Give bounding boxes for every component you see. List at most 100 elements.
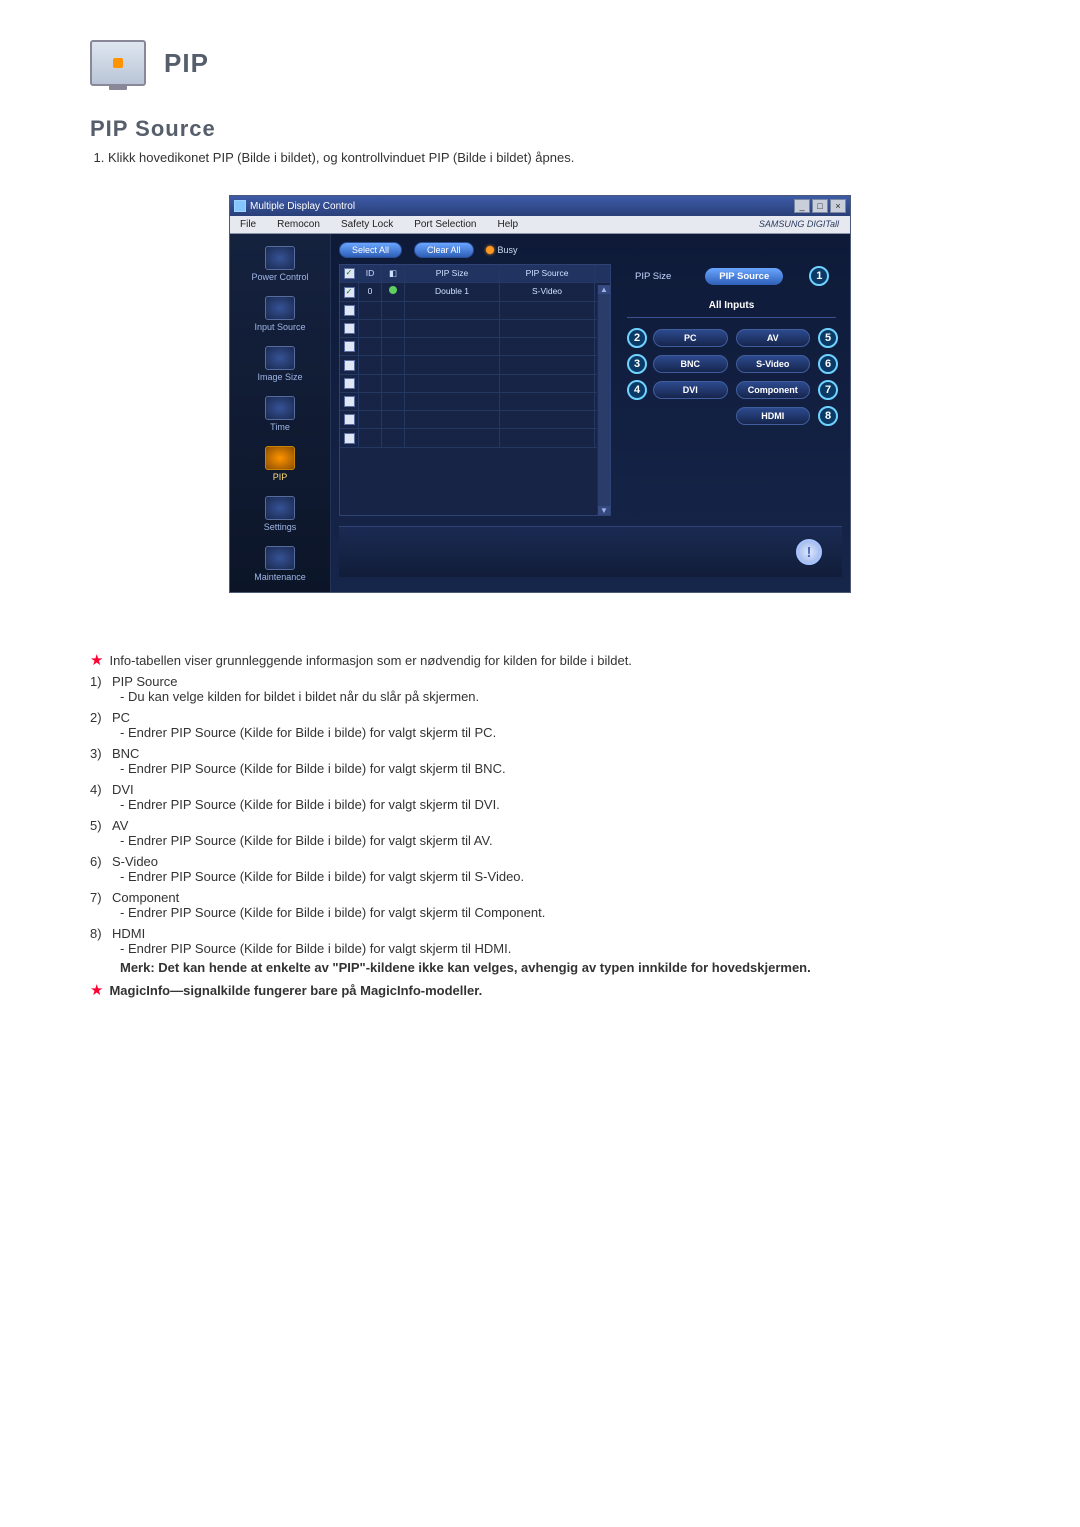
menu-help[interactable]: Help [487, 216, 529, 233]
alert-icon: ! [796, 539, 822, 565]
pip-monitor-icon [90, 40, 146, 86]
menu-file[interactable]: File [230, 216, 267, 233]
explanation-list: 1)PIP SourceDu kan velge kilden for bild… [90, 674, 990, 956]
grid-row[interactable] [340, 356, 610, 374]
clear-all-button[interactable]: Clear All [414, 242, 474, 258]
display-grid: ID ◧ PIP Size PIP Source 0 Double 1 S-Vi… [339, 264, 611, 516]
explanation-item: 6)S-VideoEndrer PIP Source (Kilde for Bi… [90, 854, 990, 884]
pip-source-panel: PIP Size PIP Source 1 All Inputs 2 PC AV… [621, 264, 842, 516]
sidebar-item-maintenance[interactable]: Maintenance [232, 540, 328, 586]
power-icon [265, 246, 295, 270]
header-checkbox[interactable] [344, 268, 355, 279]
sidebar-item-power[interactable]: Power Control [232, 240, 328, 286]
grid-scrollbar[interactable] [597, 285, 610, 515]
pip-icon [265, 446, 295, 470]
minimize-button[interactable]: _ [794, 199, 810, 213]
source-svideo-button[interactable]: S-Video [736, 355, 811, 373]
all-inputs-label: All Inputs [627, 296, 836, 318]
callout-5: 5 [818, 328, 838, 348]
input-icon [265, 296, 295, 320]
source-bnc-button[interactable]: BNC [653, 355, 728, 373]
merk-note: Merk: Det kan hende at enkelte av "PIP"-… [120, 960, 990, 975]
page-title: PIP [164, 48, 209, 79]
grid-header: ID ◧ PIP Size PIP Source [340, 265, 610, 283]
explanation-item: 5)AVEndrer PIP Source (Kilde for Bilde i… [90, 818, 990, 848]
info-note-1: Info-tabellen viser grunnleggende inform… [109, 653, 631, 668]
menu-safety-lock[interactable]: Safety Lock [331, 216, 404, 233]
app-window: Multiple Display Control _ □ × File Remo… [229, 195, 851, 593]
image-size-icon [265, 346, 295, 370]
explanation-item: 1)PIP SourceDu kan velge kilden for bild… [90, 674, 990, 704]
grid-row[interactable] [340, 393, 610, 411]
explanation-item: 7)ComponentEndrer PIP Source (Kilde for … [90, 890, 990, 920]
row-checkbox[interactable] [344, 433, 355, 444]
info-note-2: MagicInfo—signalkilde fungerer bare på M… [109, 983, 482, 998]
grid-row[interactable] [340, 429, 610, 447]
maximize-button[interactable]: □ [812, 199, 828, 213]
callout-1: 1 [809, 266, 829, 286]
sidebar-item-pip[interactable]: PIP [232, 440, 328, 486]
status-dot-icon [389, 286, 397, 294]
sidebar-item-image-size[interactable]: Image Size [232, 340, 328, 386]
close-button[interactable]: × [830, 199, 846, 213]
source-dvi-button[interactable]: DVI [653, 381, 728, 399]
tab-pip-size[interactable]: PIP Size [627, 267, 679, 286]
col-pip-size: PIP Size [405, 265, 500, 282]
explanation-item: 3)BNCEndrer PIP Source (Kilde for Bilde … [90, 746, 990, 776]
row-checkbox[interactable] [344, 360, 355, 371]
explanation-item: 8)HDMIEndrer PIP Source (Kilde for Bilde… [90, 926, 990, 956]
menu-remocon[interactable]: Remocon [267, 216, 331, 233]
callout-2: 2 [627, 328, 647, 348]
titlebar: Multiple Display Control _ □ × [230, 196, 850, 216]
status-bar: ! [339, 526, 842, 577]
row-checkbox[interactable] [344, 414, 355, 425]
callout-7: 7 [818, 380, 838, 400]
maintenance-icon [265, 546, 295, 570]
sidebar: Power Control Input Source Image Size Ti… [230, 234, 331, 592]
row-checkbox[interactable] [344, 323, 355, 334]
star-icon: ★ [90, 983, 103, 998]
brand-label: SAMSUNG DIGITall [749, 216, 850, 233]
source-pc-button[interactable]: PC [653, 329, 728, 347]
source-component-button[interactable]: Component [736, 381, 811, 399]
sidebar-item-time[interactable]: Time [232, 390, 328, 436]
row-id: 0 [359, 283, 382, 300]
time-icon [265, 396, 295, 420]
grid-row[interactable]: 0 Double 1 S-Video [340, 283, 610, 301]
row-pip-size: Double 1 [405, 283, 500, 300]
busy-led-icon [486, 246, 494, 254]
grid-row[interactable] [340, 411, 610, 429]
explanation-item: 2)PCEndrer PIP Source (Kilde for Bilde i… [90, 710, 990, 740]
section-subtitle: PIP Source [90, 116, 990, 142]
row-checkbox[interactable] [344, 305, 355, 316]
row-checkbox[interactable] [344, 396, 355, 407]
callout-6: 6 [818, 354, 838, 374]
row-checkbox[interactable] [344, 287, 355, 298]
row-checkbox[interactable] [344, 341, 355, 352]
row-pip-source: S-Video [500, 283, 595, 300]
star-icon: ★ [90, 653, 103, 668]
main-panel: Select All Clear All Busy ID ◧ PIP Size … [331, 234, 850, 592]
window-title: Multiple Display Control [250, 201, 355, 212]
callout-8: 8 [818, 406, 838, 426]
intro-step-1: Klikk hovedikonet PIP (Bilde i bildet), … [108, 150, 990, 165]
menu-port-selection[interactable]: Port Selection [404, 216, 487, 233]
menubar: File Remocon Safety Lock Port Selection … [230, 216, 850, 234]
select-all-button[interactable]: Select All [339, 242, 402, 258]
sidebar-item-settings[interactable]: Settings [232, 490, 328, 536]
grid-row[interactable] [340, 338, 610, 356]
callout-4: 4 [627, 380, 647, 400]
row-checkbox[interactable] [344, 378, 355, 389]
app-icon [234, 200, 246, 212]
grid-row[interactable] [340, 320, 610, 338]
source-av-button[interactable]: AV [736, 329, 811, 347]
grid-row[interactable] [340, 375, 610, 393]
grid-row[interactable] [340, 302, 610, 320]
col-id: ID [359, 265, 382, 282]
source-hdmi-button[interactable]: HDMI [736, 407, 811, 425]
settings-icon [265, 496, 295, 520]
tab-pip-source[interactable]: PIP Source [705, 268, 783, 285]
col-pip-source: PIP Source [500, 265, 595, 282]
sidebar-item-input[interactable]: Input Source [232, 290, 328, 336]
callout-3: 3 [627, 354, 647, 374]
